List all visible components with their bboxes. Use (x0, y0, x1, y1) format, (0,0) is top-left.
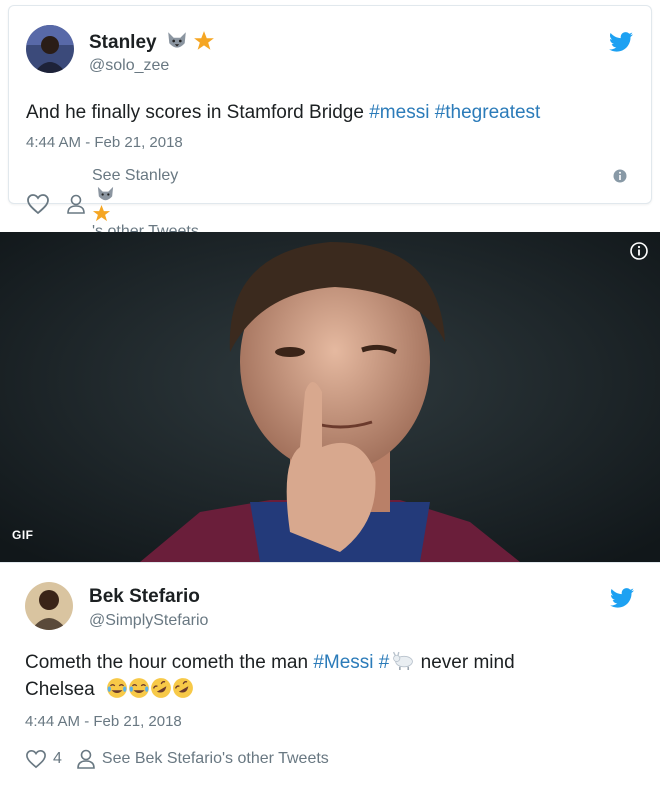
goat-emoji-icon (393, 651, 414, 670)
rofl-emoji-icon (151, 678, 171, 698)
hashtag-link[interactable]: #messi (369, 102, 429, 123)
see-other-tweets-link[interactable]: See Stanley 's other Tweets (92, 167, 199, 241)
tweet-card-bek-stefario: Bek Stefario @SimplyStefario Cometh the … (0, 570, 660, 786)
tweet-text-body: never mind (415, 652, 515, 673)
gif-media[interactable] (0, 232, 660, 562)
star-emoji-icon (92, 204, 111, 222)
tweet-card-stanley: Stanley @solo_zee And he finally scores … (8, 5, 652, 240)
info-icon[interactable] (613, 169, 627, 183)
divider (0, 562, 660, 563)
tweet-actions: 4 See Bek Stefario's other Tweets (25, 748, 329, 770)
person-icon[interactable] (66, 193, 86, 215)
see-other-tweets-prefix[interactable]: See Stanley (92, 167, 178, 184)
wolf-emoji-icon (97, 186, 114, 201)
display-name[interactable]: Bek Stefario (89, 586, 200, 608)
gif-preview-image[interactable] (0, 232, 660, 562)
wolf-emoji-icon (168, 32, 186, 48)
display-name-text[interactable]: Stanley (89, 32, 157, 53)
person-icon[interactable] (76, 748, 96, 770)
tears-of-joy-emoji-icon (129, 678, 149, 698)
display-name[interactable]: Stanley (89, 30, 215, 54)
avatar[interactable] (25, 582, 73, 630)
tweet-timestamp[interactable]: 4:44 AM - Feb 21, 2018 (25, 713, 182, 730)
username[interactable]: @SimplyStefario (89, 612, 208, 630)
tweet-text: And he finally scores in Stamford Bridge… (26, 99, 636, 126)
tweet-timestamp[interactable]: 4:44 AM - Feb 21, 2018 (26, 134, 183, 151)
star-emoji-icon (194, 31, 215, 50)
heart-icon[interactable] (25, 749, 47, 769)
twitter-bird-icon[interactable] (610, 588, 634, 608)
tweet-actions: See Stanley 's other Tweets (26, 167, 199, 241)
tweet-text: Cometh the hour cometh the man #Messi # … (25, 649, 625, 703)
rofl-emoji-icon (173, 678, 193, 698)
tweet-text-body: Cometh the hour cometh the man (25, 652, 314, 673)
tweet-text-body: Chelsea (25, 679, 95, 700)
heart-icon[interactable] (26, 193, 50, 215)
hash-symbol[interactable]: # (374, 652, 390, 673)
info-icon[interactable] (630, 242, 648, 260)
tweet-text-body: And he finally scores in Stamford Bridge (26, 102, 370, 123)
see-other-tweets-link[interactable]: See Bek Stefario's other Tweets (102, 750, 329, 768)
hashtag-link[interactable]: #thegreatest (435, 102, 541, 123)
twitter-bird-icon[interactable] (609, 32, 633, 52)
gif-badge: GIF (12, 528, 34, 542)
hashtag-link[interactable]: #Messi (313, 652, 373, 673)
avatar[interactable] (26, 25, 74, 73)
username[interactable]: @solo_zee (89, 57, 169, 75)
like-count[interactable]: 4 (53, 750, 62, 768)
tears-of-joy-emoji-icon (107, 678, 127, 698)
